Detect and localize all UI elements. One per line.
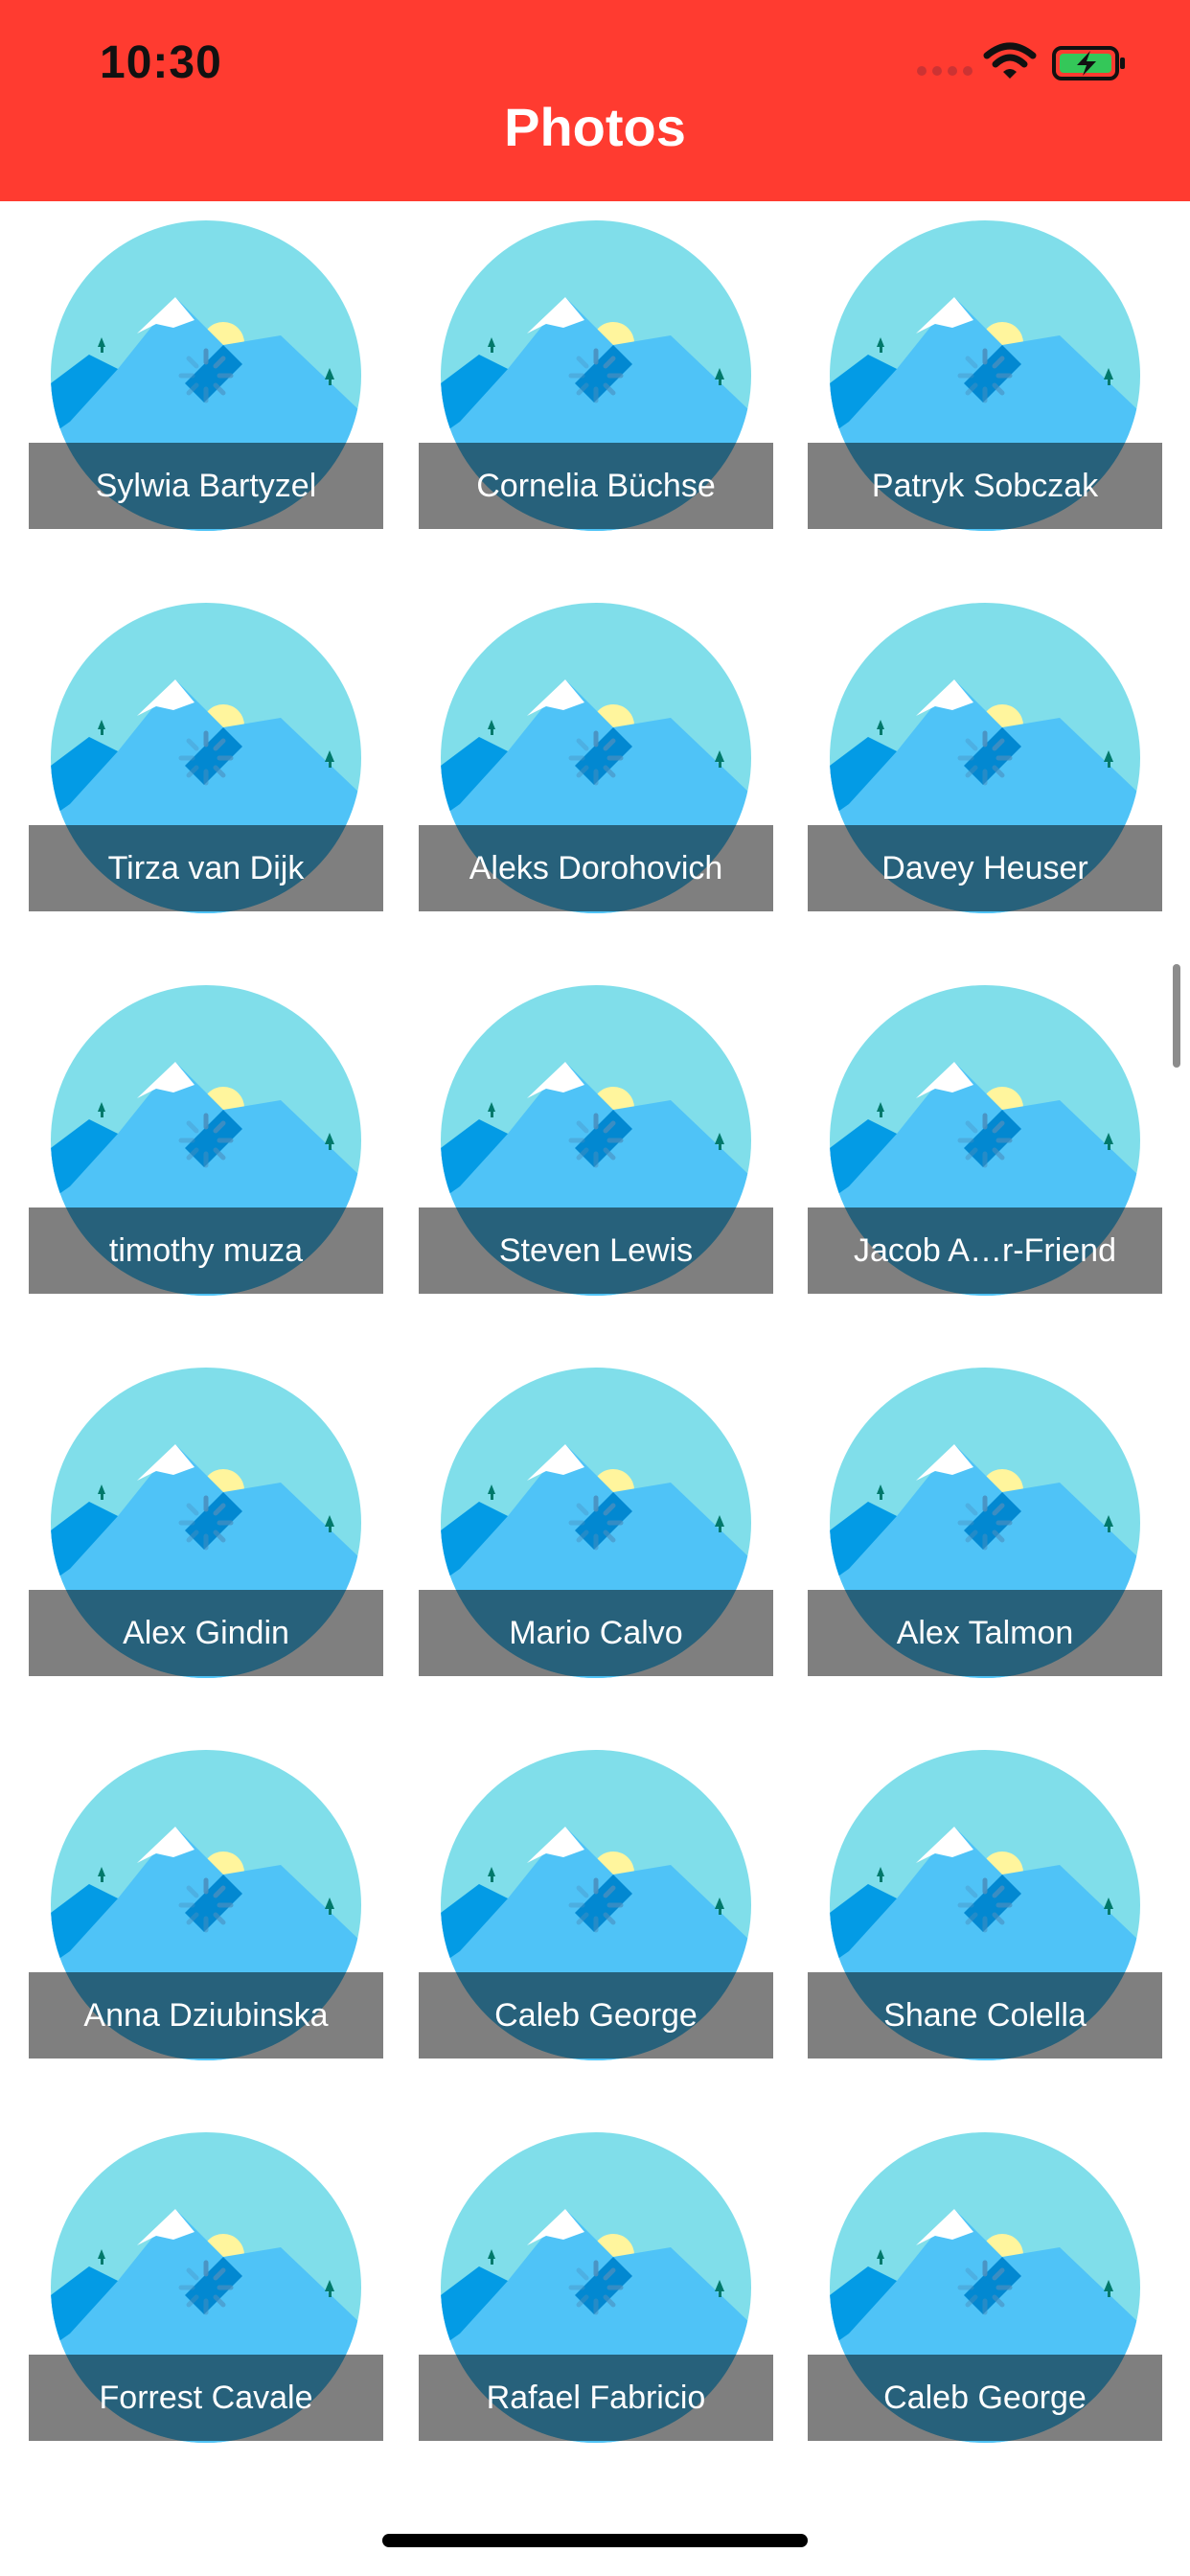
photo-author-label: Jacob A…r-Friend: [808, 1208, 1162, 1294]
photo-author-label: Sylwia Bartyzel: [29, 443, 383, 529]
photo-cell[interactable]: Steven Lewis: [419, 985, 773, 1340]
photo-author-label: Shane Colella: [808, 1972, 1162, 2058]
photo-author-label: Caleb George: [419, 1972, 773, 2058]
photo-cell[interactable]: timothy muza: [29, 985, 383, 1340]
photo-cell[interactable]: Cornelia Büchse: [419, 220, 773, 575]
vertical-scrollbar[interactable]: [1173, 964, 1180, 1068]
photo-grid: Thong Vo: [0, 0, 1190, 2576]
page-title: Photos: [504, 97, 686, 157]
photo-author-label: Cornelia Büchse: [419, 443, 773, 529]
navigation-bar: 10:30 Photos: [0, 0, 1190, 201]
photo-cell[interactable]: Patryk Sobczak: [808, 220, 1162, 575]
photo-author-label: Caleb George: [808, 2355, 1162, 2441]
photo-cell[interactable]: Rafael Fabricio: [419, 2132, 773, 2487]
photo-author-label: Alex Gindin: [29, 1590, 383, 1676]
photo-cell[interactable]: Anna Dziubinska: [29, 1750, 383, 2104]
photo-author-label: Steven Lewis: [419, 1208, 773, 1294]
photo-cell[interactable]: Forrest Cavale: [29, 2132, 383, 2487]
photo-cell[interactable]: Mario Calvo: [419, 1368, 773, 1722]
photo-author-label: Davey Heuser: [808, 825, 1162, 911]
photo-cell[interactable]: Caleb George: [419, 1750, 773, 2104]
photo-author-label: Aleks Dorohovich: [419, 825, 773, 911]
photo-cell[interactable]: Jacob A…r-Friend: [808, 985, 1162, 1340]
photo-author-label: Forrest Cavale: [29, 2355, 383, 2441]
photo-cell[interactable]: Tirza van Dijk: [29, 603, 383, 957]
photo-author-label: Rafael Fabricio: [419, 2355, 773, 2441]
photo-author-label: timothy muza: [29, 1208, 383, 1294]
photo-cell[interactable]: Davey Heuser: [808, 603, 1162, 957]
photo-cell[interactable]: Alex Talmon: [808, 1368, 1162, 1722]
photo-cell[interactable]: Caleb George: [808, 2132, 1162, 2487]
photo-author-label: Alex Talmon: [808, 1590, 1162, 1676]
photo-author-label: Tirza van Dijk: [29, 825, 383, 911]
photo-author-label: Mario Calvo: [419, 1590, 773, 1676]
status-time: 10:30: [100, 37, 222, 88]
wifi-icon: [983, 42, 1037, 79]
photo-cell[interactable]: Alex Gindin: [29, 1368, 383, 1722]
photo-author-label: Anna Dziubinska: [29, 1972, 383, 2058]
photo-author-label: Patryk Sobczak: [808, 443, 1162, 529]
battery-charging-icon: [1052, 46, 1125, 80]
photo-cell[interactable]: Sylwia Bartyzel: [29, 220, 383, 575]
signal-icon: [917, 66, 973, 76]
photo-cell[interactable]: Aleks Dorohovich: [419, 603, 773, 957]
photo-cell[interactable]: Shane Colella: [808, 1750, 1162, 2104]
home-indicator[interactable]: [382, 2534, 808, 2547]
